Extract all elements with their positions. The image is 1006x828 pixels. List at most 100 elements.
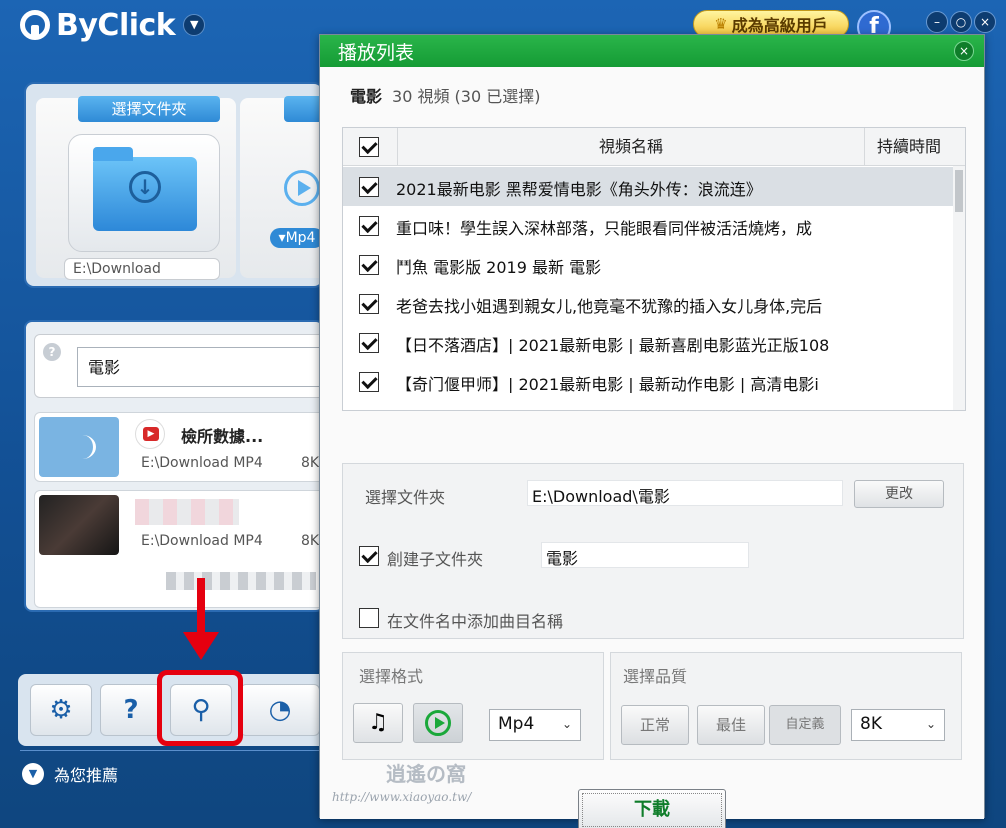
convert-card[interactable]: ▾Mp4: [240, 96, 322, 278]
quality-custom-button[interactable]: 自定義: [769, 705, 841, 745]
video-title: 【日不落酒店】| 2021最新电影 | 最新喜剧电影蓝光正版108: [396, 336, 830, 354]
table-header: 視頻名稱 持續時間: [343, 128, 965, 166]
question-icon: ?: [123, 695, 139, 725]
quality-section-label: 選擇品質: [623, 667, 688, 686]
watermark-url: http://www.xiaoyao.tw/: [332, 790, 472, 804]
item-path: E:\Download MP4: [141, 455, 263, 471]
format-pill[interactable]: ▾Mp4: [270, 228, 322, 248]
table-row[interactable]: 重口味！學生誤入深林部落，只能眼看同伴被活活燒烤，成: [343, 206, 953, 245]
video-title: 2021最新电影 黑帮爱情电影《角头外传：浪流连》: [396, 180, 762, 198]
subfolder-field[interactable]: 電影: [541, 542, 749, 568]
choose-folder-card[interactable]: 選擇文件夾 ↓ E:\Download: [36, 96, 236, 280]
row-checkbox[interactable]: [359, 216, 379, 236]
playlist-name: 電影: [350, 87, 383, 106]
top-panel: 選擇文件夾 ↓ E:\Download ▾Mp4: [24, 82, 324, 288]
app-menu-chevron-icon[interactable]: ▼: [183, 14, 206, 36]
gear-icon: ⚙: [49, 695, 73, 725]
add-title-checkbox[interactable]: [359, 608, 379, 628]
item-path: E:\Download MP4: [141, 533, 263, 549]
table-row[interactable]: 鬥魚 電影版 2019 最新 電影: [343, 245, 953, 284]
quality-value: 8K: [860, 714, 882, 734]
video-title: 鬥魚 電影版 2019 最新 電影: [396, 258, 602, 276]
change-folder-button[interactable]: 更改: [854, 480, 944, 508]
table-row[interactable]: 【奇门偃甲师】| 2021最新电影 | 最新动作电影 | 高清电影i: [343, 362, 953, 401]
add-title-label: 在文件名中添加曲目名稱: [387, 612, 564, 631]
format-select[interactable]: Mp4 ⌄: [489, 709, 581, 741]
music-note-icon: ♫: [368, 710, 388, 735]
subfolder-label: 創建子文件夾: [387, 550, 484, 569]
thumbnail: [39, 417, 119, 477]
help-button[interactable]: ?: [100, 684, 162, 736]
row-checkbox[interactable]: [359, 177, 379, 197]
playlist-summary: 電影 30 視頻 (30 已選擇): [350, 83, 540, 107]
red-arrow-shaft: [197, 578, 205, 638]
folder-field[interactable]: E:\Download\電影: [527, 480, 843, 506]
dialog-title: 播放列表: [338, 42, 415, 64]
scrollbar-thumb[interactable]: [955, 170, 963, 212]
select-all-checkbox[interactable]: [359, 137, 379, 157]
column-name[interactable]: 視頻名稱: [397, 128, 865, 166]
recommend-toggle[interactable]: ▼ 為您推薦: [22, 762, 118, 786]
format-value: Mp4: [498, 714, 535, 734]
table-row[interactable]: 老爸去找小姐遇到親女儿,他竟毫不犹豫的插入女儿身体,完后: [343, 284, 953, 323]
audio-format-button[interactable]: ♫: [353, 703, 403, 743]
chevron-down-icon: ⌄: [561, 717, 572, 731]
playlist-dialog: 播放列表 × 電影 30 視頻 (30 已選擇) 視頻名稱 持續時間 2021最新…: [319, 34, 985, 828]
folder-path: E:\Download: [64, 258, 220, 280]
crown-icon: ♛: [714, 15, 728, 33]
youtube-icon: [135, 419, 165, 449]
video-format-button[interactable]: [413, 703, 463, 743]
download-arrow-icon: ↓: [129, 171, 161, 203]
download-button[interactable]: 下載: [578, 789, 726, 828]
folder-button[interactable]: ↓: [68, 134, 220, 252]
format-section-label: 選擇格式: [359, 667, 424, 686]
output-options: 選擇文件夾 E:\Download\電影 更改 創建子文件夾 電影 在文件名中添…: [342, 463, 964, 639]
recommend-label: 為您推薦: [54, 766, 119, 785]
byclick-logo-icon: [20, 10, 50, 40]
video-title: 重口味！學生誤入深林部落，只能眼看同伴被活活燒烤，成: [396, 219, 813, 237]
red-arrow-down-icon: [183, 632, 219, 660]
row-checkbox[interactable]: [359, 333, 379, 353]
table-scrollbar[interactable]: [953, 166, 965, 410]
quality-section: 選擇品質 正常 最佳 自定義 8K ⌄: [610, 652, 962, 760]
item-title: 檢所數據...: [181, 427, 264, 446]
restore-icon[interactable]: ○: [950, 11, 972, 33]
play-icon: [425, 710, 451, 736]
format-section: 選擇格式 ♫ Mp4 ⌄: [342, 652, 604, 760]
column-duration[interactable]: 持續時間: [869, 128, 949, 166]
settings-button[interactable]: ⚙: [30, 684, 92, 736]
item-size: 8K: [301, 533, 320, 549]
quality-select[interactable]: 8K ⌄: [851, 709, 945, 741]
subfolder-checkbox[interactable]: [359, 546, 379, 566]
table-row[interactable]: 【日不落酒店】| 2021最新电影 | 最新喜剧电影蓝光正版108: [343, 323, 953, 362]
quality-best-button[interactable]: 最佳: [697, 705, 765, 745]
chevron-down-icon: ▼: [22, 763, 44, 785]
row-checkbox[interactable]: [359, 294, 379, 314]
logo: ByClick ▼: [20, 7, 206, 43]
search-input[interactable]: 電影: [77, 347, 322, 387]
list-item[interactable]: E:\Download MP4 8K: [34, 490, 322, 608]
video-title: 老爸去找小姐遇到親女儿,他竟毫不犹豫的插入女儿身体,完后: [396, 297, 823, 315]
thumbnail: [39, 495, 119, 555]
video-title: 【奇门偃甲师】| 2021最新电影 | 最新动作电影 | 高清电影i: [396, 375, 819, 393]
help-icon[interactable]: ?: [43, 343, 61, 361]
quality-normal-button[interactable]: 正常: [621, 705, 689, 745]
minimize-icon[interactable]: –: [926, 11, 948, 33]
folder-label: 選擇文件夾: [365, 488, 446, 507]
red-highlight-box: [157, 670, 243, 746]
speed-button[interactable]: ◔: [240, 684, 320, 736]
app-name: ByClick: [56, 7, 176, 43]
table-row[interactable]: 2021最新电影 黑帮爱情电影《角头外传：浪流连》: [343, 167, 953, 206]
convert-tab: [284, 96, 322, 122]
list-item[interactable]: 檢所數據... E:\Download MP4 8K: [34, 412, 322, 482]
choose-folder-tab: 選擇文件夾: [78, 96, 220, 122]
divider: [20, 750, 320, 751]
download-list: ? 電影 檢所數據... E:\Download MP4 8K E:\Downl…: [24, 320, 324, 612]
dialog-close-icon[interactable]: ×: [954, 41, 974, 61]
close-icon[interactable]: ×: [974, 11, 996, 33]
dialog-body: 電影 30 視頻 (30 已選擇) 視頻名稱 持續時間 2021最新电影 黑帮爱情…: [320, 67, 984, 828]
row-checkbox[interactable]: [359, 372, 379, 392]
search-row: ? 電影: [34, 334, 322, 398]
premium-label: 成為高級用戶: [731, 16, 828, 35]
row-checkbox[interactable]: [359, 255, 379, 275]
